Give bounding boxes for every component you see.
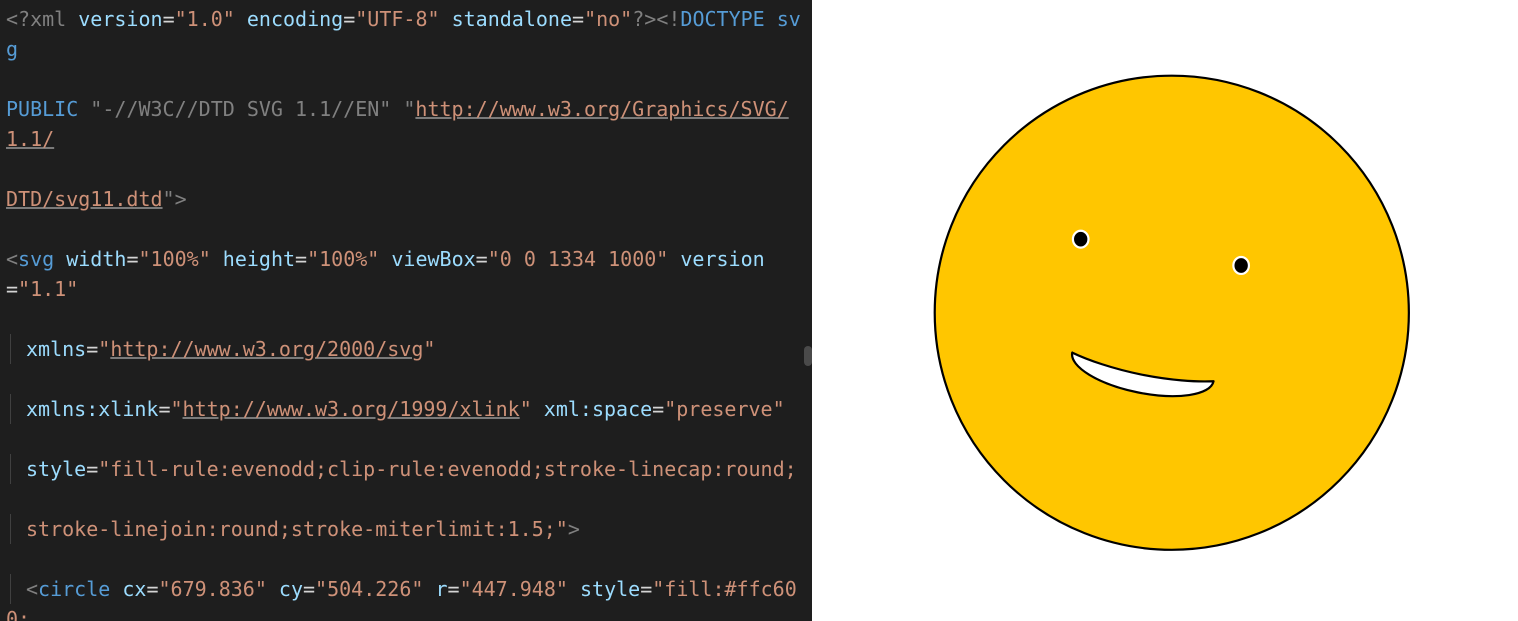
svg-open-close: > [568, 517, 580, 541]
doctype-close: > [175, 187, 187, 211]
code-editor[interactable]: <?xml version="1.0" encoding="UTF-8" sta… [0, 0, 812, 621]
circle-cy-attr: cy [279, 577, 303, 601]
svg-width-attr: width [66, 247, 126, 271]
doctype-fpi: "-//W3C//DTD SVG 1.1//EN" [90, 97, 391, 121]
svg-xmlns-attr: xmlns [26, 337, 86, 361]
right-eye [1233, 257, 1249, 274]
svg-version-val: "1.1" [18, 277, 78, 301]
svg-style-attr: style [26, 457, 86, 481]
xml-decl-open: <? [6, 7, 30, 31]
code-content[interactable]: <?xml version="1.0" encoding="UTF-8" sta… [0, 0, 812, 621]
xml-encoding-val: "UTF-8" [355, 7, 439, 31]
svg-open-tag: svg [18, 247, 54, 271]
doctype-open: <! [656, 7, 680, 31]
doctype-keyword: DOCTYPE [680, 7, 764, 31]
svg-style-val-1: "fill-rule:evenodd;clip-rule:evenodd;str… [98, 457, 796, 481]
svg-height-val: "100%" [307, 247, 379, 271]
xml-standalone-val: "no" [584, 7, 632, 31]
svg-style-val-2: stroke-linejoin:round;stroke-miterlimit:… [26, 517, 568, 541]
left-eye [1073, 231, 1089, 248]
circle-r-attr: r [435, 577, 447, 601]
svg-xlink-val[interactable]: http://www.w3.org/1999/xlink [183, 397, 520, 421]
xml-decl-name: xml [30, 7, 66, 31]
circle-cx-val: "679.836" [158, 577, 266, 601]
svg-height-attr: height [223, 247, 295, 271]
circle-r-val: "447.948" [460, 577, 568, 601]
xml-encoding-attr: encoding [247, 7, 343, 31]
circle-style-attr: style [580, 577, 640, 601]
xml-version-attr: version [78, 7, 162, 31]
doctype-url-2[interactable]: DTD/svg11.dtd [6, 187, 163, 211]
circle-tag: circle [38, 577, 110, 601]
svg-viewbox-attr: viewBox [391, 247, 475, 271]
svg-xmlspace-val: "preserve" [664, 397, 784, 421]
xml-decl-close: ?> [632, 7, 656, 31]
editor-scrollbar-thumb[interactable] [804, 346, 812, 366]
circle-cx-attr: cx [122, 577, 146, 601]
svg-xmlspace-attr: xml:space [544, 397, 652, 421]
svg-xmlns-val[interactable]: http://www.w3.org/2000/svg [110, 337, 423, 361]
doctype-public: PUBLIC [6, 97, 78, 121]
svg-viewbox-val: "0 0 1334 1000" [488, 247, 669, 271]
xml-version-val: "1.0" [175, 7, 235, 31]
svg-xlink-attr: xmlns:xlink [26, 397, 158, 421]
circle-cy-val: "504.226" [315, 577, 423, 601]
face-circle [935, 76, 1409, 550]
svg-preview [812, 0, 1518, 621]
svg-version-attr: version [680, 247, 764, 271]
xml-standalone-attr: standalone [452, 7, 572, 31]
svg-width-val: "100%" [138, 247, 210, 271]
rendered-svg [812, 0, 1518, 621]
